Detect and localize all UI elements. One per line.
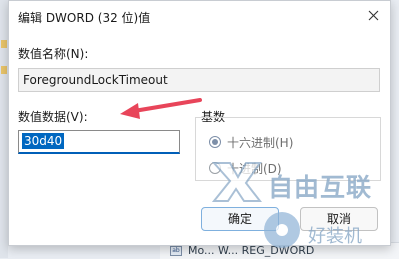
close-icon bbox=[368, 10, 378, 21]
edit-dword-dialog: 编辑 DWORD (32 位)值 数值名称(N): ForegroundLock… bbox=[8, 0, 391, 246]
radio-hex-label: 十六进制(H) bbox=[227, 135, 294, 150]
value-data-text: 30d40 bbox=[22, 133, 65, 149]
watermark-badge-icon bbox=[264, 212, 300, 248]
value-data-input[interactable]: 30d40 bbox=[18, 130, 180, 154]
folder-icon bbox=[1, 66, 7, 74]
watermark-brand-text: 自由互联 bbox=[268, 173, 373, 202]
background-explorer-edge bbox=[0, 0, 8, 258]
arrow-annotation-icon bbox=[120, 98, 202, 119]
dialog-titlebar[interactable]: 编辑 DWORD (32 位)值 bbox=[9, 1, 390, 33]
value-name-field: ForegroundLockTimeout bbox=[18, 68, 380, 92]
folder-icon bbox=[1, 40, 7, 48]
dialog-title: 编辑 DWORD (32 位)值 bbox=[18, 11, 151, 25]
radio-indicator-checked bbox=[209, 136, 221, 148]
registry-value-icon: ab bbox=[170, 246, 182, 256]
value-data-label: 数值数据(V): bbox=[18, 110, 88, 124]
close-button[interactable] bbox=[362, 6, 384, 26]
radio-hexadecimal[interactable]: 十六进制(H) bbox=[209, 134, 293, 150]
value-name-label: 数值名称(N): bbox=[18, 47, 89, 61]
watermark-sub-text: 好装机 bbox=[308, 226, 362, 247]
watermark-logo-icon bbox=[212, 162, 262, 202]
